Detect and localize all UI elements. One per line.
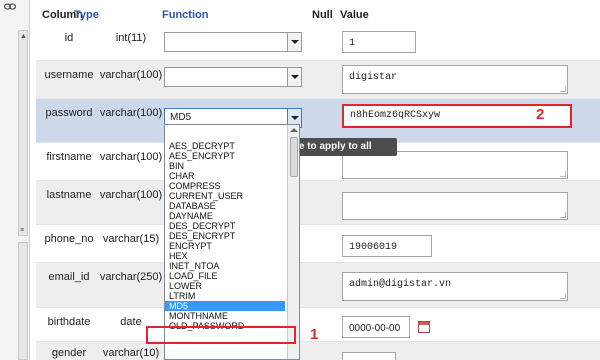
column-type: varchar(15) xyxy=(102,233,160,245)
header-value: Value xyxy=(340,9,369,21)
column-type: varchar(100) xyxy=(99,151,163,163)
scrollbar-thumb[interactable] xyxy=(290,137,298,177)
date-input[interactable]: 0000-00-00 xyxy=(342,316,410,338)
column-name: lastname xyxy=(46,189,92,201)
column-name: username xyxy=(44,69,94,81)
dropdown-option[interactable]: CURRENT_USER xyxy=(165,191,285,201)
function-select[interactable] xyxy=(164,32,302,52)
dropdown-option-selected[interactable]: MD5 xyxy=(165,301,285,311)
table-row: id int(11) 1 xyxy=(36,24,600,61)
header-null: Null xyxy=(312,9,333,21)
column-type: varchar(250) xyxy=(99,271,163,283)
column-type: int(11) xyxy=(115,32,147,44)
value-input[interactable]: 1 xyxy=(342,31,416,53)
dropdown-option[interactable]: MONTHNAME xyxy=(165,311,285,321)
table-row: gender varchar(10) xyxy=(36,342,600,360)
dropdown-scrollbar[interactable] xyxy=(287,125,299,359)
tooltip: me to apply to all xyxy=(285,138,397,156)
header-type[interactable]: Type xyxy=(74,9,99,21)
table-row: lastname varchar(100) xyxy=(36,181,600,225)
dropdown-option[interactable]: LOAD_FILE xyxy=(165,271,285,281)
annotation-box-1 xyxy=(146,326,296,344)
column-name: phone_no xyxy=(44,233,94,245)
dropdown-option[interactable]: LTRIM xyxy=(165,291,285,301)
function-dropdown-list[interactable]: AES_DECRYPT AES_ENCRYPT BIN CHAR COMPRESS CUR… xyxy=(164,124,300,360)
column-name: gender xyxy=(51,347,87,359)
column-name: firstname xyxy=(46,151,92,163)
dropdown-option[interactable]: DES_DECRYPT xyxy=(165,221,285,231)
value-textarea[interactable] xyxy=(342,192,568,220)
gutter-scrollbar-top[interactable] xyxy=(18,30,28,236)
column-type: varchar(100) xyxy=(99,69,163,81)
column-type: varchar(100) xyxy=(99,189,163,201)
dropdown-option[interactable]: COMPRESS xyxy=(165,181,285,191)
left-gutter: ▲ ≡ xyxy=(0,0,30,360)
function-select[interactable] xyxy=(164,67,302,87)
annotation-number-2: 2 xyxy=(536,106,545,123)
dropdown-option[interactable]: INET_NTOA xyxy=(165,261,285,271)
value-input[interactable] xyxy=(342,352,396,360)
dropdown-option[interactable]: AES_ENCRYPT xyxy=(165,151,285,161)
dropdown-option[interactable]: CHAR xyxy=(165,171,285,181)
column-type: varchar(10) xyxy=(102,347,160,359)
dropdown-option[interactable]: DATABASE xyxy=(165,201,285,211)
dropdown-option[interactable]: DAYNAME xyxy=(165,211,285,221)
column-name: email_id xyxy=(48,271,90,283)
scroll-up-icon[interactable] xyxy=(290,128,298,132)
expand-icon[interactable]: ≡ xyxy=(20,227,24,234)
dropdown-option[interactable]: ENCRYPT xyxy=(165,241,285,251)
annotation-number-1: 1 xyxy=(310,326,319,343)
dropdown-arrow-icon[interactable] xyxy=(287,68,301,86)
table-row: phone_no varchar(15) 19006019 xyxy=(36,225,600,263)
table-row: username varchar(100) digistar xyxy=(36,61,600,99)
gutter-scrollbar-bottom[interactable] xyxy=(18,242,28,360)
column-type: varchar(100) xyxy=(99,107,163,119)
column-name: id xyxy=(64,32,74,44)
link-icon[interactable] xyxy=(4,2,16,11)
dropdown-option[interactable]: AES_DECRYPT xyxy=(165,141,285,151)
header-function[interactable]: Function xyxy=(162,9,208,21)
value-textarea[interactable]: digistar xyxy=(342,65,568,94)
column-name: birthdate xyxy=(47,316,91,328)
scroll-up-icon[interactable]: ▲ xyxy=(20,33,27,40)
value-input[interactable]: 19006019 xyxy=(342,235,432,257)
dropdown-option[interactable]: BIN xyxy=(165,161,285,171)
calendar-icon[interactable] xyxy=(418,321,430,333)
dropdown-option[interactable]: DES_ENCRYPT xyxy=(165,231,285,241)
dropdown-arrow-icon[interactable] xyxy=(287,33,301,51)
dropdown-option[interactable]: LOWER xyxy=(165,281,285,291)
table-row: email_id varchar(250) admin@digistar.vn xyxy=(36,263,600,308)
table-row-selected: password varchar(100) MD5 n8hEomz6qRCSxy… xyxy=(36,99,600,143)
value-textarea[interactable]: admin@digistar.vn xyxy=(342,272,568,301)
column-name: password xyxy=(45,107,93,119)
dropdown-option[interactable]: HEX xyxy=(165,251,285,261)
